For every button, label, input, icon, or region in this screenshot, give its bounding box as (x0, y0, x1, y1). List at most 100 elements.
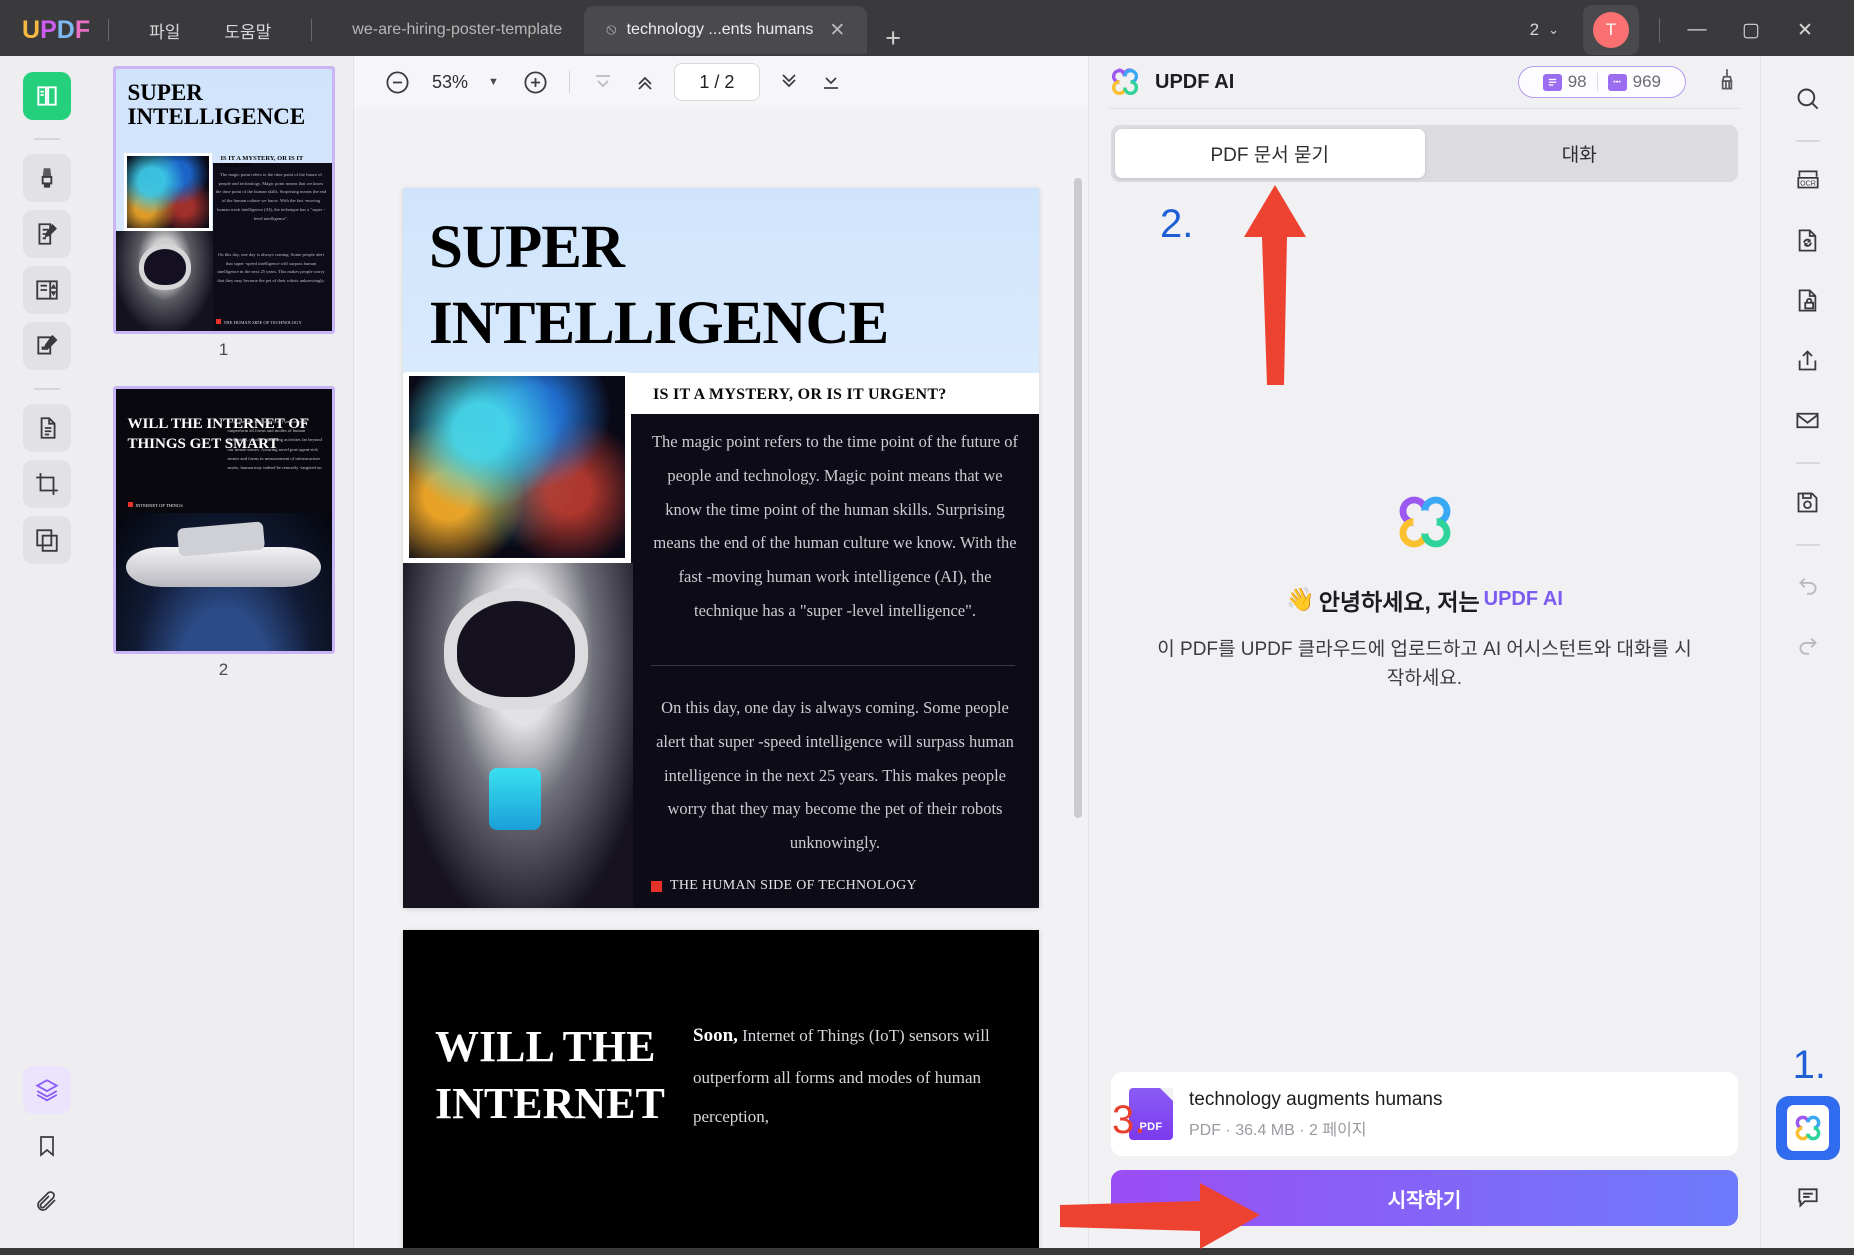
new-tab-button[interactable]: + (867, 23, 919, 60)
sidebar-item-organize[interactable] (23, 266, 71, 314)
page-organize-icon (34, 277, 60, 303)
thumbnail-page-label: 2 (113, 654, 335, 702)
document-sync-icon[interactable] (1784, 216, 1832, 264)
zoom-in-icon[interactable] (515, 61, 557, 103)
document-viewer: 53% ▼ 1 / 2 (354, 56, 1088, 1248)
minimize-icon[interactable]: — (1670, 9, 1724, 51)
logo-letter-d: D (57, 16, 75, 45)
left-rail-bottom (23, 1066, 71, 1234)
ai-greeting-brand: UPDF AI (1484, 588, 1563, 611)
sidebar-item-annotate[interactable] (23, 210, 71, 258)
envelope-icon[interactable] (1784, 396, 1832, 444)
redo-arrow-icon[interactable] (1784, 620, 1832, 668)
sidebar-item-highlighter[interactable] (23, 154, 71, 202)
poster-paragraph-2: On this day, one day is always coming. S… (647, 691, 1023, 860)
poster2-title-line1: WILL THE (435, 1018, 665, 1075)
last-page-icon[interactable] (810, 61, 852, 103)
comment-bubble-icon[interactable] (1784, 1174, 1832, 1222)
file-card[interactable]: PDF technology augments humans PDF · 36.… (1111, 1072, 1738, 1156)
badge-messages: 969 (1598, 72, 1671, 92)
poster-title: SUPER INTELLIGENCE (429, 210, 888, 363)
crop-icon (34, 471, 60, 497)
thumbnail-frame: WILL THE INTERNET OF THINGS GET SMART So… (113, 386, 335, 654)
title-bar-left: U P D F 파일 도움말 we-are-hiring-poster-temp… (0, 0, 919, 60)
updf-ai-logo-svg (1109, 66, 1141, 98)
sidebar-item-bookmarks[interactable] (23, 1122, 71, 1170)
window-divider (1659, 18, 1660, 42)
document-canvas[interactable]: SUPER INTELLIGENCE IS IT A MYSTERY, OR I… (354, 108, 1088, 1248)
chevron-down-icon[interactable]: ▼ (482, 76, 515, 88)
poster-body-band: The magic point refers to the time point… (403, 373, 1039, 908)
badge-messages-value: 969 (1633, 72, 1661, 92)
right-rail-bottom (1776, 1096, 1840, 1234)
svg-text:OCR: OCR (1800, 180, 1816, 188)
file-card-text: technology augments humans PDF · 36.4 MB… (1189, 1089, 1443, 1140)
logo-letter-u: U (22, 16, 40, 45)
ai-greeting-text: 안녕하세요, 저는 (1319, 583, 1480, 617)
window-close-icon[interactable]: ✕ (1778, 9, 1832, 51)
updf-ai-logo-large-svg (1394, 491, 1456, 553)
menu-file[interactable]: 파일 (127, 0, 202, 60)
sidebar-item-edit[interactable] (23, 322, 71, 370)
account-button[interactable]: T (1583, 5, 1639, 55)
page-indicator[interactable]: 1 / 2 (674, 63, 760, 101)
document-lock-icon[interactable] (1784, 276, 1832, 324)
sidebar-item-convert[interactable] (23, 404, 71, 452)
title-divider (108, 19, 109, 41)
annotation-step-1: 1. (1793, 1043, 1826, 1088)
search-icon[interactable] (1784, 74, 1832, 122)
poster-title-line2: INTELLIGENCE (429, 286, 888, 362)
title-bar: U P D F 파일 도움말 we-are-hiring-poster-temp… (0, 0, 1854, 60)
mini-tag: INTERNET OF THINGS (128, 502, 183, 508)
sidebar-item-layers[interactable] (23, 1066, 71, 1114)
layers-icon (34, 1077, 60, 1103)
tab-file-icon: ⦸ (606, 21, 616, 39)
next-page-icon[interactable] (768, 61, 810, 103)
ai-description: 이 PDF를 UPDF 클라우드에 업로드하고 AI 어시스턴트와 대화를 시작… (1149, 635, 1700, 694)
robot-chest-light (489, 768, 541, 830)
close-icon[interactable]: ✕ (829, 21, 845, 40)
poster-title-line1: SUPER (429, 210, 888, 286)
ai-assistant-fab[interactable] (1776, 1096, 1840, 1160)
annotation-step-3: 3. (1112, 1098, 1145, 1143)
zoom-out-icon[interactable] (376, 61, 418, 103)
mini-footer: THE HUMAN SIDE OF TECHNOLOGY (216, 319, 302, 325)
poster-header: SUPER INTELLIGENCE (403, 188, 1039, 373)
thumbnail-panel[interactable]: SUPER INTELLIGENCE IS IT A MYSTERY, OR I… (94, 56, 354, 1248)
updf-ai-logo-icon-large (1394, 491, 1456, 553)
floppy-save-icon[interactable] (1784, 478, 1832, 526)
sidebar-item-crop[interactable] (23, 460, 71, 508)
broom-icon[interactable] (1714, 67, 1740, 98)
document-scrollbar[interactable] (1074, 178, 1082, 818)
paperclip-icon (35, 1190, 59, 1214)
poster2-body: Soon, Internet of Things (IoT) sensors w… (693, 1014, 1015, 1136)
poster2-body-lead: Soon, (693, 1025, 738, 1046)
poster-footer: THE HUMAN SIDE OF TECHNOLOGY (651, 878, 917, 894)
sidebar-item-pages[interactable] (23, 516, 71, 564)
window-count-dropdown[interactable]: 2 ⌄ (1516, 20, 1573, 40)
poster2-body-rest: Internet of Things (IoT) sensors will ou… (693, 1026, 990, 1126)
ocr-icon[interactable]: OCR (1784, 156, 1832, 204)
document-badge-icon (1543, 74, 1562, 91)
menu-help[interactable]: 도움말 (202, 0, 293, 60)
tab-we-are-hiring[interactable]: we-are-hiring-poster-template (330, 6, 584, 54)
first-page-icon[interactable] (582, 61, 624, 103)
maximize-icon[interactable]: ▢ (1724, 9, 1778, 51)
poster-rule (651, 665, 1015, 666)
ai-credit-badges[interactable]: 98 969 (1518, 66, 1686, 98)
prev-page-icon[interactable] (624, 61, 666, 103)
robot-image (116, 231, 213, 331)
undo-arrow-icon[interactable] (1784, 560, 1832, 608)
tab-technology[interactable]: ⦸ technology ...ents humans ✕ (584, 6, 867, 54)
sidebar-item-attachments[interactable] (23, 1178, 71, 1226)
book-reader-icon (34, 83, 60, 109)
zoom-level[interactable]: 53% (418, 72, 482, 93)
title-bar-right: 2 ⌄ T — ▢ ✕ (1516, 0, 1854, 60)
annotation-arrow-up (1240, 185, 1310, 385)
share-upload-icon[interactable] (1784, 336, 1832, 384)
chevron-down-icon: ⌄ (1548, 22, 1559, 38)
mini-poster-2: WILL THE INTERNET OF THINGS GET SMART So… (116, 389, 332, 651)
sidebar-item-reader[interactable] (23, 72, 71, 120)
thumbnail-page-2[interactable]: WILL THE INTERNET OF THINGS GET SMART So… (113, 386, 335, 702)
thumbnail-page-1[interactable]: SUPER INTELLIGENCE IS IT A MYSTERY, OR I… (113, 66, 335, 382)
